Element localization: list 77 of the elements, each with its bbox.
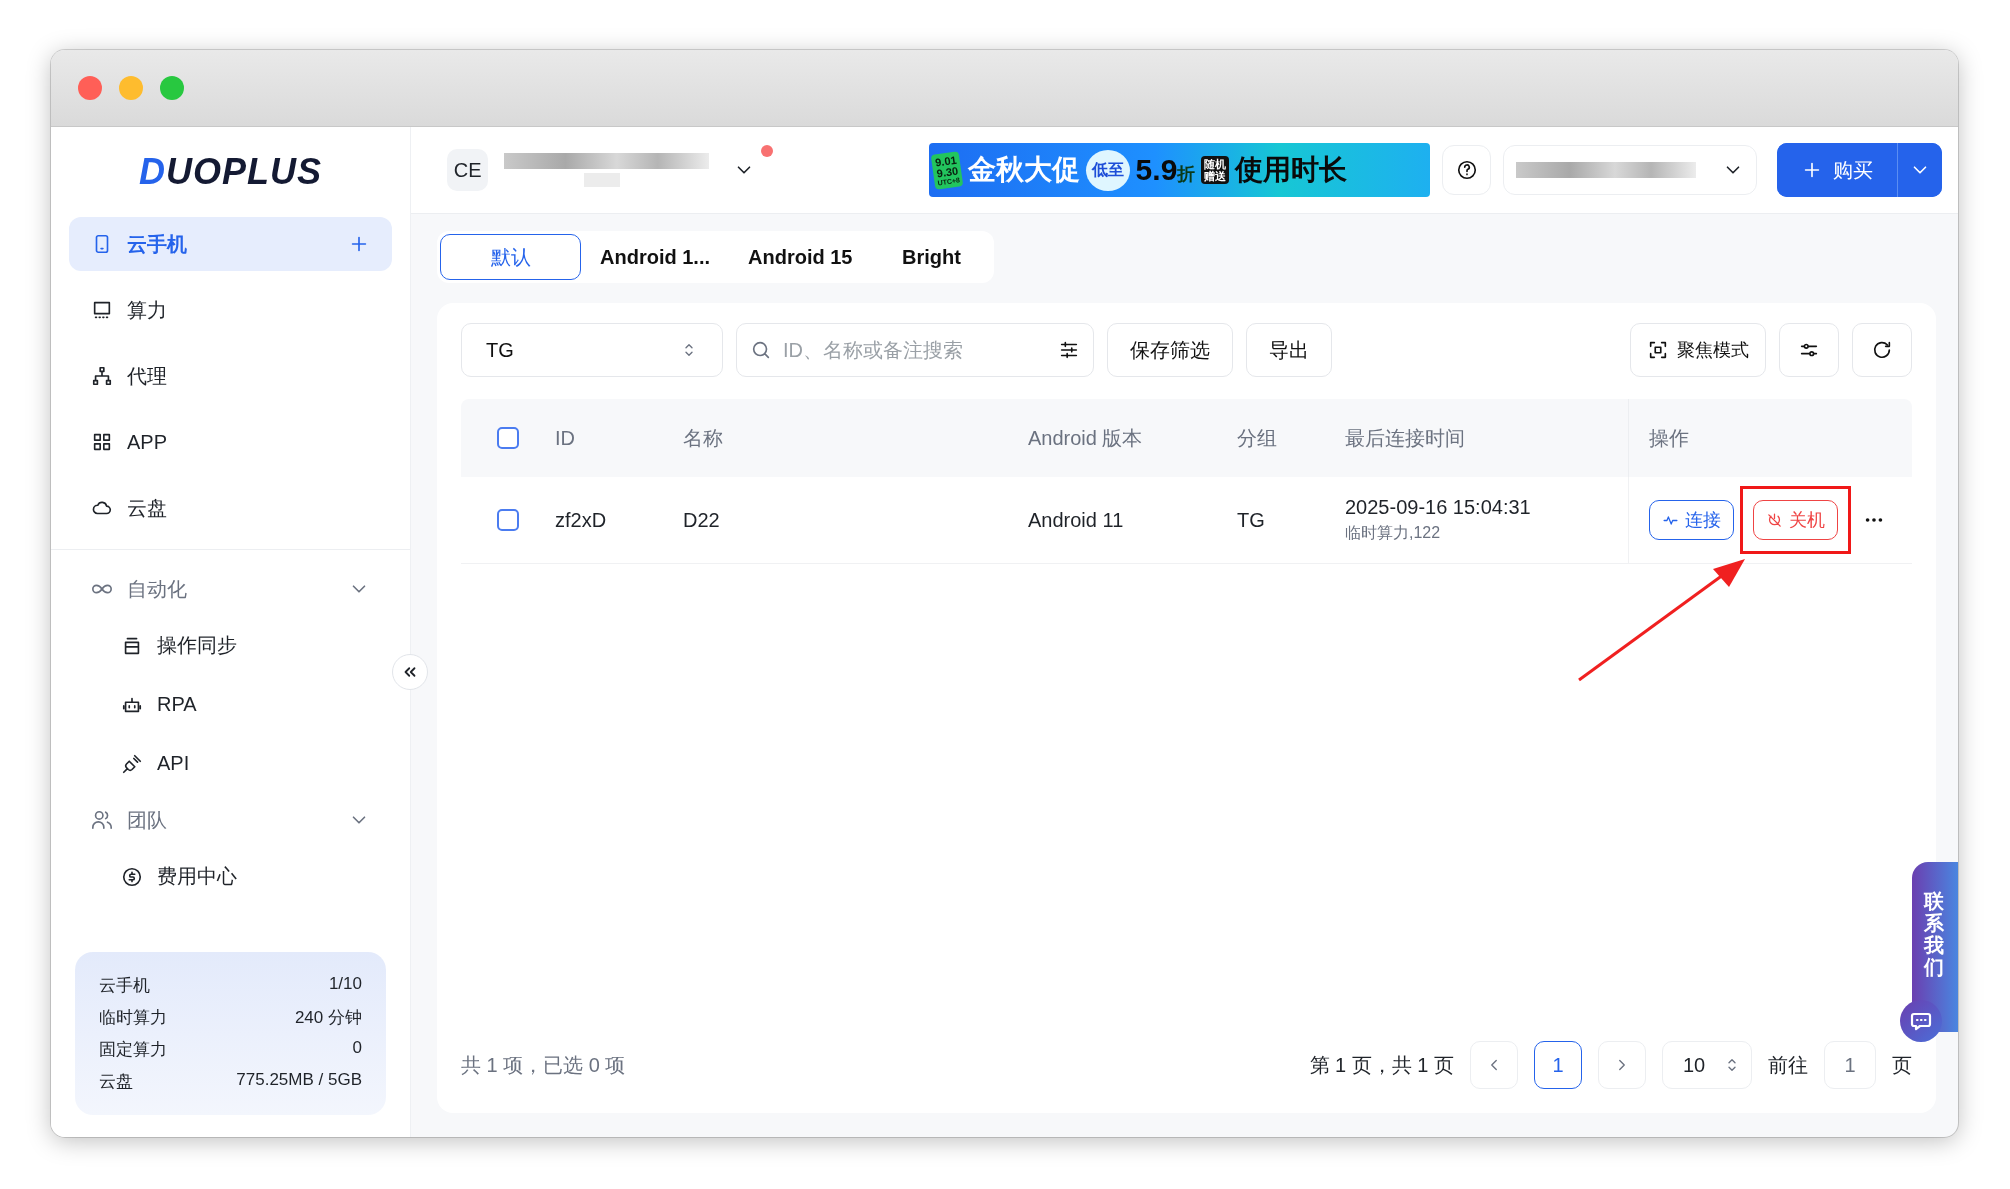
table-cell: 2025-09-16 15:04:31: [1345, 496, 1531, 519]
usage-label: 临时算力: [99, 1007, 167, 1029]
nav-item[interactable]: 算力: [69, 283, 392, 337]
focus-mode-button[interactable]: 聚焦模式: [1630, 323, 1766, 377]
goto-label: 前往: [1768, 1052, 1808, 1078]
page-info: 第 1 页，共 1 页: [1309, 1052, 1454, 1078]
nav-item[interactable]: APP: [69, 415, 392, 469]
usage-label: 云盘: [99, 1071, 133, 1093]
table-cell: zf2xD: [555, 508, 607, 532]
refresh-button[interactable]: [1852, 323, 1912, 377]
focus-icon: [1647, 339, 1669, 361]
account-select[interactable]: [1503, 145, 1758, 195]
gift-tag: 随机 赠送: [1201, 155, 1230, 185]
checkbox[interactable]: [497, 509, 519, 531]
nav-item[interactable]: 操作同步: [69, 616, 392, 675]
banner-tagline: 使用时长: [1235, 153, 1348, 187]
page-suffix: 页: [1892, 1052, 1912, 1078]
selection-summary: 共 1 项，已选 0 项: [461, 1052, 626, 1078]
search-field[interactable]: ID、名称或备注搜索: [736, 323, 1094, 377]
coin-icon: [121, 865, 143, 888]
network-icon: [91, 365, 113, 387]
usage-value: 775.25MB / 5GB: [236, 1070, 362, 1091]
table-cell-text: 临时算力,122: [1345, 523, 1441, 543]
help-icon: [1455, 159, 1478, 181]
nav-item[interactable]: 云盘: [69, 481, 392, 535]
filter-icon[interactable]: [1058, 339, 1080, 361]
usage-label: 云手机: [99, 975, 150, 997]
window-control[interactable]: [78, 76, 102, 100]
nav-item[interactable]: 费用中心: [69, 847, 392, 906]
group-select[interactable]: TG: [461, 323, 723, 377]
banner-headline: 金秋大促: [967, 153, 1080, 187]
monitor-icon: [91, 299, 113, 321]
table-cell: D22: [683, 508, 720, 532]
nav-item[interactable]: API: [69, 734, 392, 793]
nav-item[interactable]: 代理: [69, 349, 392, 403]
help-button[interactable]: [1442, 145, 1492, 195]
column-header: Android 版本: [1028, 425, 1143, 451]
users-icon: [91, 809, 113, 831]
column-settings-button[interactable]: [1779, 323, 1839, 377]
column-header: 操作: [1649, 425, 1689, 451]
power-off-icon: [1766, 511, 1783, 529]
table-cell: TG: [1237, 508, 1265, 532]
column-header: 名称: [683, 425, 723, 451]
buy-menu-button[interactable]: [1897, 143, 1942, 197]
nav-group[interactable]: 自动化: [69, 562, 392, 616]
tab[interactable]: Android 15: [729, 234, 872, 280]
grid-icon: [91, 431, 113, 453]
toolbar-button[interactable]: 导出: [1246, 323, 1332, 377]
banner-badge: 低至: [1085, 149, 1130, 191]
tab[interactable]: 默认: [440, 234, 581, 280]
usage-label: 固定算力: [99, 1039, 167, 1061]
usage-value: 1/10: [328, 974, 362, 995]
collapse-button[interactable]: [392, 654, 428, 690]
plug-icon: [121, 752, 143, 775]
table-cell: Android 11: [1028, 508, 1124, 532]
banner-discount: 5.9折: [1135, 153, 1196, 187]
nav-group[interactable]: 团队: [69, 793, 392, 847]
nav-item[interactable]: 云手机: [69, 217, 392, 271]
column-header: 分组: [1237, 425, 1277, 451]
column-header: 最后连接时间: [1345, 425, 1465, 451]
search-icon: [750, 339, 772, 361]
nav-item[interactable]: RPA: [69, 675, 392, 734]
usage-value: 240 分钟: [294, 1007, 362, 1029]
column-header: ID: [555, 426, 575, 450]
tab[interactable]: Bright: [871, 234, 992, 280]
tab[interactable]: Android 1...: [581, 234, 729, 280]
logo: DUOPLUS: [138, 150, 323, 194]
connect-button[interactable]: 连接: [1649, 500, 1734, 540]
checkbox[interactable]: [497, 427, 519, 449]
workspace-badge[interactable]: CE: [447, 149, 489, 191]
usage-value: 0: [352, 1038, 362, 1059]
toolbar-button[interactable]: 保存筛选: [1107, 323, 1233, 377]
page-size-select[interactable]: 10: [1662, 1041, 1752, 1089]
refresh-icon: [1871, 339, 1893, 361]
page-input[interactable]: 1: [1824, 1041, 1876, 1089]
power-off-button[interactable]: 关机: [1753, 500, 1838, 540]
page-button[interactable]: 1: [1534, 1041, 1582, 1089]
